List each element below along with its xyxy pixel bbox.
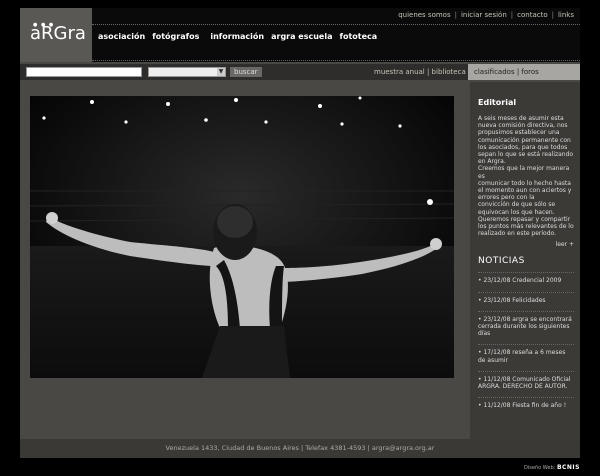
credit-name[interactable]: BCNIS — [557, 464, 580, 471]
page-frame: ● ● ● aRGra quienes somos | iniciar sesi… — [20, 8, 580, 458]
read-more-link[interactable]: leer + — [478, 241, 574, 248]
nav-fotografos[interactable]: fotógrafos — [152, 32, 199, 41]
news-item[interactable]: • 17/12/08 reseña a 6 meses de asumir — [478, 344, 574, 364]
news-item[interactable]: • 23/12/08 Credencial 2009 — [478, 272, 574, 284]
design-credit[interactable]: Diseño Web: BCNIS — [524, 464, 580, 471]
top-link-links[interactable]: links — [558, 11, 574, 19]
sidebar-tabs[interactable]: clasificados | foros — [468, 64, 580, 80]
featured-photo — [30, 96, 454, 378]
search-input[interactable] — [26, 67, 142, 77]
news-item[interactable]: • 11/12/08 Comunicado Oficial ARGRA. DER… — [478, 370, 574, 390]
top-link-iniciar-sesion[interactable]: iniciar sesión — [461, 11, 507, 19]
chevron-down-icon[interactable]: ▼ — [217, 68, 225, 76]
sidebar: Editorial A seis meses de asumir esta nu… — [470, 82, 580, 442]
credit-label: Diseño Web: — [524, 465, 556, 471]
nav-informacion[interactable]: información — [210, 32, 264, 41]
top-link-contacto[interactable]: contacto — [517, 11, 547, 19]
divider — [92, 60, 580, 61]
news-heading: NOTICIAS — [478, 256, 525, 267]
news-item[interactable]: • 23/12/08 Felicidades — [478, 291, 574, 304]
news-item[interactable]: • 11/12/08 Fiesta fin de año ! — [478, 397, 574, 409]
top-link-quienes-somos[interactable]: quienes somos — [398, 11, 450, 19]
logo-text: aRGra — [30, 23, 86, 44]
divider — [92, 24, 580, 25]
main-nav: asociación fotógrafos información argra … — [98, 32, 377, 41]
top-links: quienes somos | iniciar sesión | contact… — [398, 11, 574, 19]
dancer-photo-image — [30, 96, 454, 378]
search-bar: ▼ buscar muestra anual | biblioteca clas… — [20, 64, 580, 80]
editorial-heading: Editorial — [478, 98, 517, 107]
search-links[interactable]: muestra anual | biblioteca — [374, 68, 466, 76]
nav-asociacion[interactable]: asociación — [98, 32, 145, 41]
news-item[interactable]: • 23/12/08 argra se encontrará cerrada d… — [478, 310, 574, 338]
logo[interactable]: ● ● ● aRGra — [20, 8, 92, 62]
header: ● ● ● aRGra quienes somos | iniciar sesi… — [20, 8, 580, 62]
nav-fototeca[interactable]: fototeca — [340, 32, 378, 41]
search-category-select[interactable]: ▼ — [148, 67, 226, 77]
footer: Venezuela 1433, Ciudad de Buenos Aires |… — [20, 439, 580, 458]
editorial-text: A seis meses de asumir esta nueva comisi… — [478, 115, 574, 238]
search-button[interactable]: buscar — [230, 67, 262, 77]
nav-argra-escuela[interactable]: argra escuela — [271, 32, 332, 41]
